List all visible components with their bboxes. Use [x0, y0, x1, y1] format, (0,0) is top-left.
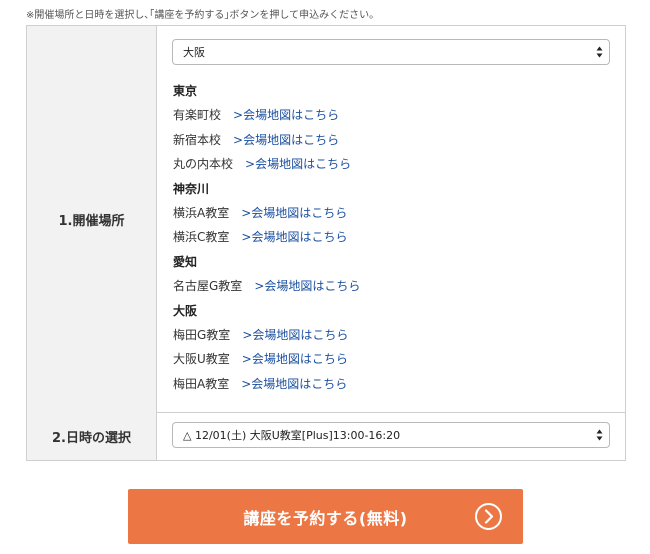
venue-name: 名古屋G教室 [173, 279, 243, 294]
venue-name: 大阪U教室 [173, 352, 230, 367]
venue-name: 新宿本校 [173, 132, 222, 147]
place-row: 1.開催場所 大阪 東京 有楽町校 >会場地図はこちら 新宿本校 >会場地図はこちら 丸の… [27, 26, 625, 413]
date-select[interactable]: △ 12/01(土) 大阪U教室[Plus]13:00-16:20 [172, 422, 610, 448]
venue-item: 梅田A教室 >会場地図はこちら [173, 372, 360, 396]
venue-map-link[interactable]: >会場地図はこちら [241, 377, 347, 391]
region-heading: 東京 [173, 84, 198, 98]
venue-map-link[interactable]: >会場地図はこちら [241, 230, 347, 244]
instruction-note: ※開催場所と日時を選択し､｢講座を予約する｣ボタンを押して申込みください。 [26, 10, 380, 21]
venue-map-link[interactable]: >会場地図はこちら [241, 206, 347, 220]
venue-name: 梅田G教室 [173, 327, 231, 342]
date-row-label: 2.日時の選択 [27, 412, 157, 460]
reservation-form-table: 1.開催場所 大阪 東京 有楽町校 >会場地図はこちら 新宿本校 >会場地図はこちら 丸の… [26, 25, 626, 461]
venue-list: 東京 有楽町校 >会場地図はこちら 新宿本校 >会場地図はこちら 丸の内本校 >会場地図はこ… [173, 79, 360, 396]
venue-item: 横浜A教室 >会場地図はこちら [173, 201, 360, 225]
select-arrows-icon [596, 428, 603, 442]
venue-name: 梅田A教室 [173, 376, 230, 391]
chevron-right-circle-icon [474, 502, 503, 531]
place-row-content: 大阪 東京 有楽町校 >会場地図はこちら 新宿本校 >会場地図はこちら 丸の内本校 >会場地… [158, 26, 625, 412]
date-row: 2.日時の選択 △ 12/01(土) 大阪U教室[Plus]13:00-16:2… [27, 412, 625, 460]
venue-name: 横浜C教室 [173, 230, 230, 245]
venue-name: 丸の内本校 [173, 157, 234, 172]
venue-item: 梅田G教室 >会場地図はこちら [173, 323, 360, 347]
venue-map-link[interactable]: >会場地図はこちら [245, 157, 351, 171]
venue-map-link[interactable]: >会場地図はこちら [233, 133, 339, 147]
venue-item: 新宿本校 >会場地図はこちら [173, 128, 360, 152]
venue-item: 名古屋G教室 >会場地図はこちら [173, 274, 360, 298]
region-heading: 愛知 [173, 254, 198, 269]
venue-item: 大阪U教室 >会場地図はこちら [173, 347, 360, 371]
venue-map-link[interactable]: >会場地図はこちら [233, 108, 339, 122]
venue-item: 有楽町校 >会場地図はこちら [173, 103, 360, 127]
date-row-content: △ 12/01(土) 大阪U教室[Plus]13:00-16:20 [158, 412, 625, 460]
venue-item: 丸の内本校 >会場地図はこちら [173, 152, 360, 176]
region-heading: 大阪 [173, 303, 198, 318]
reserve-course-button[interactable]: 講座を予約する(無料) [128, 489, 523, 544]
venue-item: 横浜C教室 >会場地図はこちら [173, 225, 360, 249]
venue-map-link[interactable]: >会場地図はこちら [242, 352, 348, 366]
venue-name: 有楽町校 [173, 108, 222, 123]
venue-map-link[interactable]: >会場地図はこちら [242, 328, 348, 342]
venue-name: 横浜A教室 [173, 205, 230, 220]
venue-map-link[interactable]: >会場地図はこちら [254, 279, 360, 293]
reserve-course-button-label: 講座を予約する(無料) [243, 508, 408, 528]
region-heading: 神奈川 [173, 181, 210, 196]
select-arrows-icon [596, 45, 603, 59]
place-row-label: 1.開催場所 [27, 26, 157, 412]
date-select-value: △ 12/01(土) 大阪U教室[Plus]13:00-16:20 [183, 429, 401, 442]
place-select[interactable]: 大阪 [172, 39, 610, 65]
place-select-value: 大阪 [183, 46, 205, 59]
